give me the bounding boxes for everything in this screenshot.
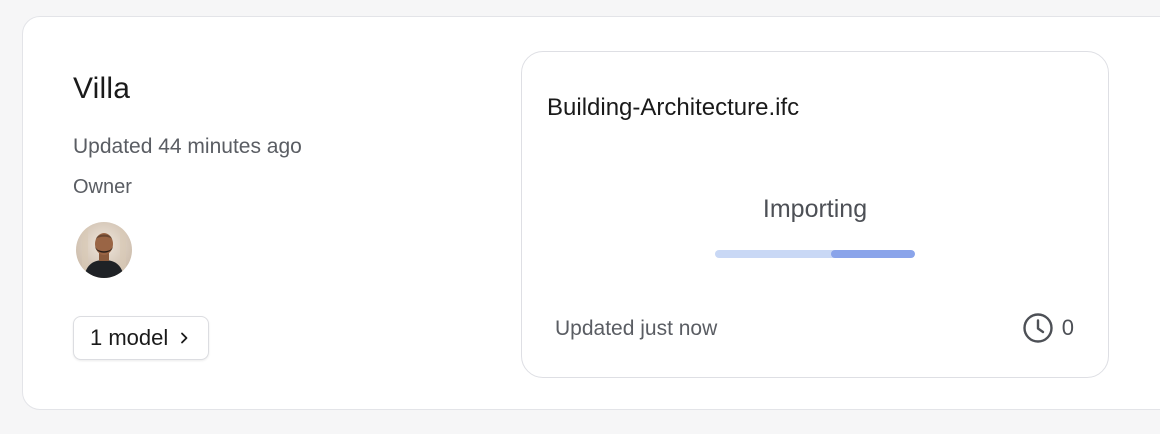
avatar-image: [76, 222, 132, 278]
import-status: Importing: [762, 195, 868, 223]
history-count: 0: [1061, 315, 1074, 340]
model-filename: Building-Architecture.ifc: [547, 94, 800, 121]
owner-avatar[interactable]: [76, 222, 132, 278]
model-updated-time: Updated just now: [555, 317, 718, 340]
models-button[interactable]: 1 model: [73, 316, 210, 360]
import-progress-fill: [831, 250, 915, 258]
chevron-right-icon: [178, 331, 190, 345]
models-button-label: 1 model: [90, 325, 169, 350]
project-title: Villa: [73, 72, 131, 105]
version-history[interactable]: 0: [1022, 312, 1074, 344]
owner-label: Owner: [73, 176, 132, 198]
project-updated-time: Updated 44 minutes ago: [73, 135, 302, 158]
project-card[interactable]: Villa Updated 44 minutes ago Owner 1 mod…: [22, 16, 1160, 410]
clock-icon: [1022, 312, 1054, 344]
model-card[interactable]: Building-Architecture.ifc Importing Upda…: [521, 51, 1109, 378]
import-progress-bar: [715, 250, 915, 258]
